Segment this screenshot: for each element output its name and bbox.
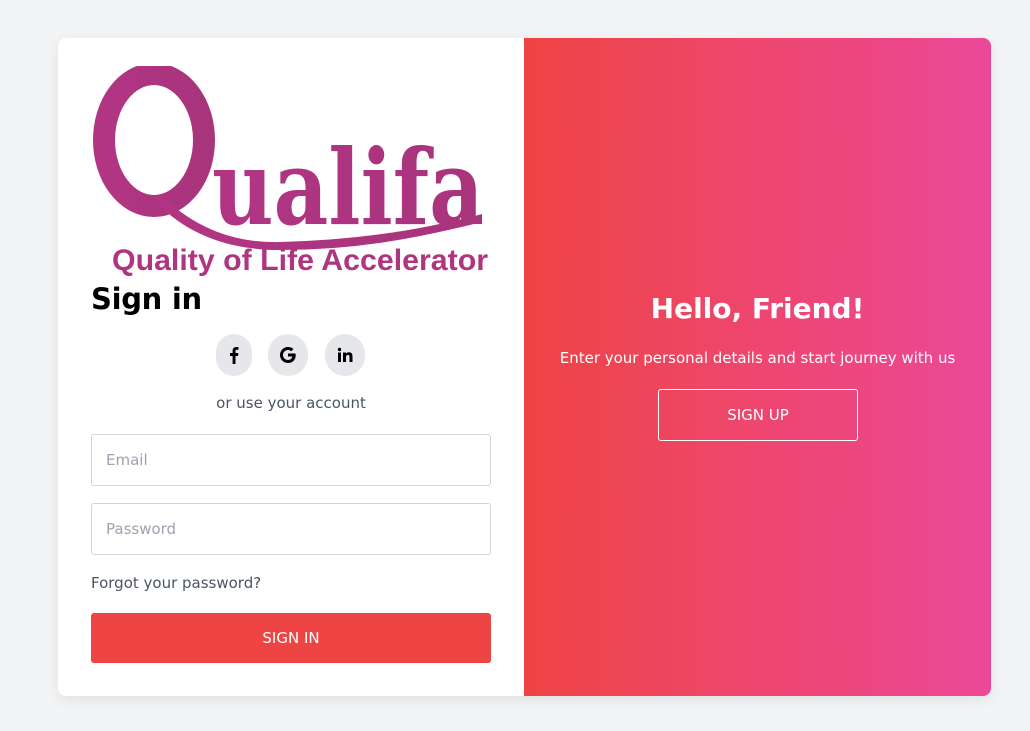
- signin-title: Sign in: [91, 282, 202, 316]
- linkedin-icon: [337, 347, 353, 362]
- promo-subtitle: Enter your personal details and start jo…: [559, 349, 956, 367]
- auth-card: ualifa Quality of Life Accelerator Sign …: [58, 38, 991, 696]
- signup-button[interactable]: SIGN UP: [658, 389, 858, 441]
- google-icon: [280, 347, 296, 363]
- facebook-login-button[interactable]: [216, 334, 252, 376]
- signin-panel: ualifa Quality of Life Accelerator Sign …: [58, 38, 524, 696]
- qualifa-logo: ualifa Quality of Life Accelerator: [90, 66, 494, 280]
- linkedin-login-button[interactable]: [325, 334, 365, 376]
- promo-title: Hello, Friend!: [650, 292, 865, 325]
- alt-login-text: or use your account: [216, 394, 366, 412]
- logo-tagline: Quality of Life Accelerator: [112, 244, 488, 277]
- google-login-button[interactable]: [268, 334, 308, 376]
- social-login-group: [216, 334, 368, 376]
- forgot-password-link[interactable]: Forgot your password?: [91, 574, 261, 592]
- facebook-icon: [230, 347, 239, 364]
- logo-wordmark: ualifa: [212, 126, 484, 249]
- email-input[interactable]: [91, 434, 491, 486]
- password-input[interactable]: [91, 503, 491, 555]
- signup-promo-panel: Hello, Friend! Enter your personal detai…: [524, 38, 991, 696]
- signin-button[interactable]: SIGN IN: [91, 613, 491, 663]
